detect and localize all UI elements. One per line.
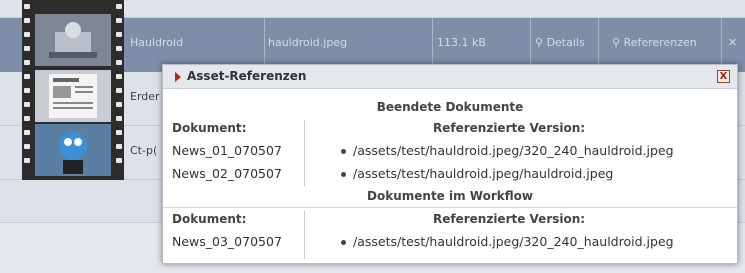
references-label: Refererenzen xyxy=(623,36,697,49)
column-divider xyxy=(304,211,305,259)
thumbnail-film-strip xyxy=(22,0,124,180)
referenced-version: /assets/test/hauldroid.jpeg/320_240_haul… xyxy=(341,143,674,158)
referenced-version-path: /assets/test/hauldroid.jpeg/hauldroid.jp… xyxy=(353,166,614,181)
asset-name: Hauldroid xyxy=(130,36,184,49)
document-column-label: Dokument: xyxy=(172,212,247,226)
version-column-label: Referenzierte Version: xyxy=(433,212,586,226)
referenced-version: /assets/test/hauldroid.jpeg/hauldroid.jp… xyxy=(341,166,613,181)
referenced-version-path: /assets/test/hauldroid.jpeg/320_240_haul… xyxy=(353,143,674,158)
asset-name: Erder xyxy=(130,90,160,103)
document-name[interactable]: News_02_070507 xyxy=(172,166,282,181)
version-column-label: Referenzierte Version: xyxy=(433,121,586,135)
document-name[interactable]: News_01_070507 xyxy=(172,143,282,158)
section-heading-finished: Beendete Dokumente xyxy=(376,100,524,114)
bullet-icon xyxy=(341,240,346,245)
document-column-label: Dokument: xyxy=(172,121,247,135)
thumbnail-character[interactable] xyxy=(35,124,111,176)
references-link[interactable]: ⚲ Refererenzen xyxy=(612,36,697,49)
close-button[interactable]: X xyxy=(717,70,730,83)
asset-size: 113.1 kB xyxy=(437,36,486,49)
thumbnail-document[interactable] xyxy=(35,70,111,122)
document-name[interactable]: News_03_070507 xyxy=(172,234,282,249)
film-holes-right xyxy=(114,0,124,180)
triangle-right-icon xyxy=(175,72,181,82)
asset-name: Ct-p( xyxy=(130,144,158,157)
bullet-icon xyxy=(341,172,346,177)
column-divider xyxy=(304,120,305,186)
dialog-title: Asset-Referenzen xyxy=(187,69,307,83)
dialog-title-bar: Asset-Referenzen X xyxy=(163,65,737,89)
details-label: Details xyxy=(546,36,585,49)
asset-references-dialog: Asset-Referenzen X Beendete Dokumente Do… xyxy=(162,64,738,264)
details-link[interactable]: ⚲ Details xyxy=(535,36,585,49)
asset-file: hauldroid.jpeg xyxy=(268,36,348,49)
delete-icon[interactable]: ✕ xyxy=(728,36,737,49)
thumbnail-hauldroid[interactable] xyxy=(35,14,111,66)
bullet-icon xyxy=(341,149,346,154)
section-heading-workflow: Dokumente im Workflow xyxy=(367,189,533,203)
referenced-version: /assets/test/hauldroid.jpeg/320_240_haul… xyxy=(341,234,674,249)
section-divider xyxy=(163,207,737,208)
film-holes-left xyxy=(22,0,32,180)
referenced-version-path: /assets/test/hauldroid.jpeg/320_240_haul… xyxy=(353,234,674,249)
